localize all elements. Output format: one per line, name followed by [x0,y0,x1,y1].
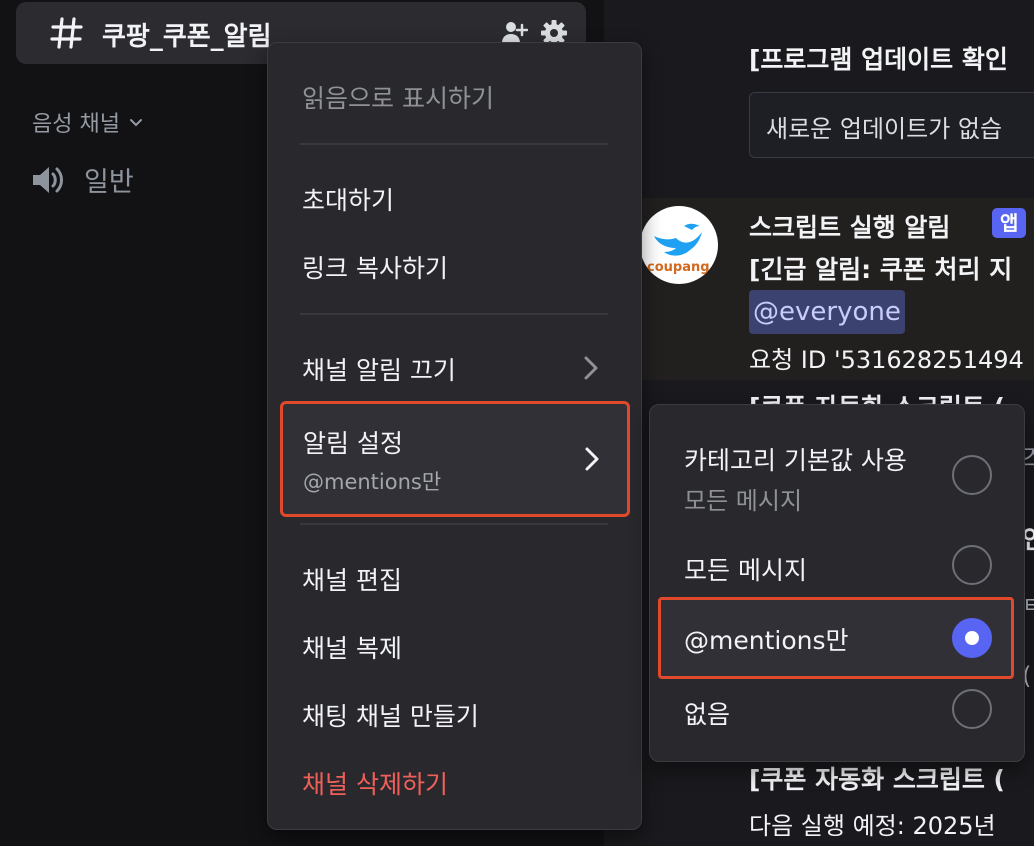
option-mentions-only[interactable]: @mentions만 [658,597,1014,679]
voice-channel-item[interactable]: 일반 [30,160,134,199]
option-label: 모든 메시지 [684,556,807,585]
radio-button[interactable] [952,545,992,585]
radio-button-checked[interactable] [952,618,992,658]
mark-read-item[interactable]: 읽음으로 표시하기 [302,79,494,115]
request-line: 요청 ID '531628251494 [749,346,1024,374]
voice-category-label: 음성 채널 [32,112,120,137]
menu-divider [300,143,608,145]
channel-context-menu: 읽음으로 표시하기 초대하기 링크 복사하기 채널 알림 끄기 알림 설정 @m… [267,42,642,830]
menu-divider [300,523,608,525]
duplicate-channel-item[interactable]: 채널 복제 [302,629,402,665]
radio-button[interactable] [952,455,992,495]
hash-icon [50,17,83,49]
notification-settings-value: @mentions만 [303,470,442,494]
option-label: 없음 [684,700,731,729]
update-embed-text: 새로운 업데이트가 없습 [766,115,1003,143]
option-sublabel: 모든 메시지 [684,487,803,515]
channel-name: 쿠팡_쿠폰_알림 [102,22,272,52]
footer-message-line: 다음 실행 예정: 2025년 [749,812,996,840]
delete-channel-item[interactable]: 채널 삭제하기 [302,765,448,801]
speaker-icon [33,166,63,193]
chevron-down-icon [129,119,142,127]
invite-item[interactable]: 초대하기 [302,181,394,217]
option-label: 카테고리 기본값 사용 [684,446,907,475]
voice-category[interactable]: 음성 채널 [32,106,144,138]
create-text-channel-item[interactable]: 채팅 채널 만들기 [302,697,479,733]
edit-channel-item[interactable]: 채널 편집 [302,561,402,597]
notification-settings-label: 알림 설정 [303,429,403,458]
avatar[interactable]: coupang [640,206,718,284]
voice-channel-label: 일반 [84,167,134,198]
notification-settings-item[interactable]: 알림 설정 @mentions만 [280,401,630,517]
update-embed: 새로운 업데이트가 없습 [749,92,1034,158]
option-label: @mentions만 [684,626,849,655]
chevron-right-icon [585,447,599,471]
message-title: [프로그램 업데이트 확인 [749,45,1008,74]
copy-link-item[interactable]: 링크 복사하기 [302,249,448,285]
everyone-mention[interactable]: @everyone [749,290,905,334]
menu-divider [300,313,608,315]
chevron-right-icon [584,356,598,380]
notification-submenu: 카테고리 기본값 사용 모든 메시지 모든 메시지 @mentions만 없음 [649,404,1025,762]
avatar-text: coupang [647,260,710,275]
alert-title: [긴급 알림: 쿠폰 처리 지 [749,255,1013,284]
bot-name[interactable]: 스크립트 실행 알림 [749,208,950,244]
footer-message-title: [쿠폰 자동화 스크립트 ( [749,765,1005,794]
radio-button[interactable] [952,689,992,729]
app-badge: 앱 [992,208,1027,238]
mute-channel-item[interactable]: 채널 알림 끄기 [302,351,456,387]
